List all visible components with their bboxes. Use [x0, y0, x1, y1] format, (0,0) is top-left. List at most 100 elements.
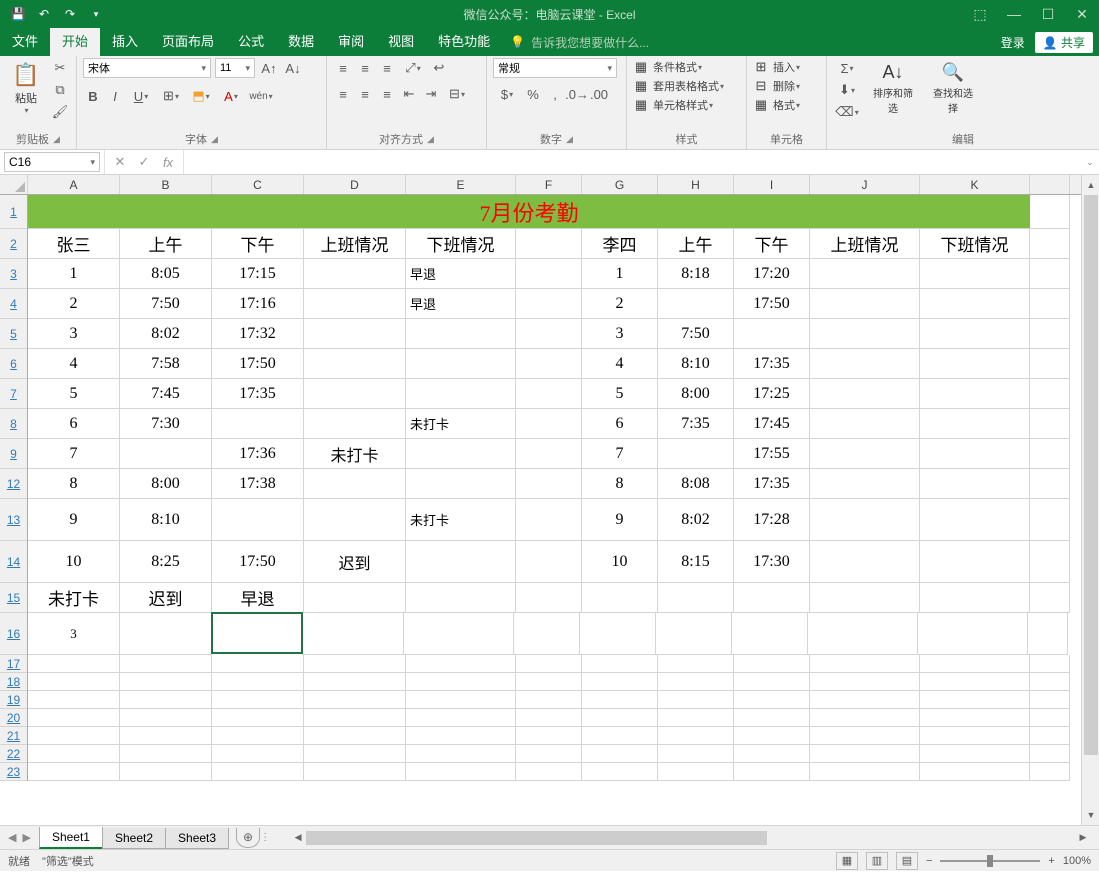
cell[interactable] [734, 655, 810, 673]
sheet-tab-Sheet3[interactable]: Sheet3 [165, 828, 229, 849]
cell[interactable] [212, 745, 304, 763]
row-header-23[interactable]: 23 [0, 763, 27, 781]
cell[interactable] [516, 259, 582, 289]
cell[interactable] [920, 469, 1030, 499]
font-name-combo[interactable]: 宋体▾ [83, 58, 211, 78]
cell[interactable] [920, 691, 1030, 709]
cell[interactable]: 7:50 [120, 289, 212, 319]
cell[interactable] [920, 745, 1030, 763]
align-middle-icon[interactable]: ≡ [355, 58, 375, 78]
cell[interactable] [304, 259, 406, 289]
cell[interactable] [516, 379, 582, 409]
cell[interactable] [406, 691, 516, 709]
cell[interactable] [304, 709, 406, 727]
new-sheet-button[interactable]: ⊕ [236, 828, 260, 848]
cell[interactable] [1030, 691, 1070, 709]
row-header-1[interactable]: 1 [0, 195, 27, 229]
cell[interactable] [304, 691, 406, 709]
cell[interactable] [304, 763, 406, 781]
cell[interactable] [304, 499, 406, 541]
row-header-13[interactable]: 13 [0, 499, 27, 541]
row-header-3[interactable]: 3 [0, 259, 27, 289]
cell[interactable] [1030, 349, 1070, 379]
cell[interactable] [28, 763, 120, 781]
cell[interactable] [1030, 583, 1070, 613]
tab-data[interactable]: 数据 [276, 28, 326, 56]
cell[interactable] [1030, 319, 1070, 349]
cell[interactable] [582, 673, 658, 691]
row-header-9[interactable]: 9 [0, 439, 27, 469]
login-link[interactable]: 登录 [1001, 34, 1025, 51]
cell[interactable] [514, 613, 580, 655]
col-header-F[interactable]: F [516, 175, 582, 194]
cell[interactable] [1030, 229, 1070, 259]
cell[interactable] [658, 289, 734, 319]
cell[interactable] [658, 439, 734, 469]
cell[interactable] [120, 655, 212, 673]
cell[interactable]: 17:36 [212, 439, 304, 469]
cell[interactable] [810, 763, 920, 781]
cell[interactable] [304, 349, 406, 379]
cell[interactable]: 7:35 [658, 409, 734, 439]
tab-review[interactable]: 审阅 [326, 28, 376, 56]
cell[interactable]: 8:25 [120, 541, 212, 583]
row-header-5[interactable]: 5 [0, 319, 27, 349]
cell[interactable] [658, 691, 734, 709]
cell[interactable] [810, 583, 920, 613]
col-header-E[interactable]: E [406, 175, 516, 194]
row-header-21[interactable]: 21 [0, 727, 27, 745]
conditional-format-button[interactable]: ▦条件格式▾ [633, 58, 724, 76]
cell[interactable] [1030, 289, 1070, 319]
cell[interactable]: 8 [28, 469, 120, 499]
cell[interactable] [1030, 409, 1070, 439]
cell[interactable] [406, 655, 516, 673]
col-header-I[interactable]: I [734, 175, 810, 194]
cell[interactable]: 10 [582, 541, 658, 583]
cell[interactable] [516, 727, 582, 745]
cell[interactable] [734, 727, 810, 745]
normal-view-icon[interactable]: ▦ [836, 852, 858, 870]
cell[interactable] [920, 709, 1030, 727]
vscroll-thumb[interactable] [1084, 195, 1098, 755]
delete-cells-button[interactable]: ⊟删除▾ [753, 77, 800, 95]
cell[interactable] [1030, 439, 1070, 469]
cell[interactable]: 4 [582, 349, 658, 379]
col-header-J[interactable]: J [810, 175, 920, 194]
cell[interactable] [516, 499, 582, 541]
cell[interactable] [920, 727, 1030, 745]
col-header-C[interactable]: C [212, 175, 304, 194]
cell[interactable] [1030, 673, 1070, 691]
decrease-indent-icon[interactable]: ⇤ [399, 84, 419, 104]
cell[interactable] [810, 709, 920, 727]
cell[interactable]: 上午 [120, 229, 212, 259]
cell[interactable]: 早退 [406, 259, 516, 289]
cell[interactable]: 7 [28, 439, 120, 469]
sheet-tab-Sheet2[interactable]: Sheet2 [102, 828, 166, 849]
cell[interactable]: 7月份考勤 [28, 195, 1030, 229]
col-header-B[interactable]: B [120, 175, 212, 194]
cell[interactable] [304, 673, 406, 691]
cell[interactable] [734, 745, 810, 763]
cell[interactable]: 3 [28, 319, 120, 349]
accounting-icon[interactable]: $▾ [493, 84, 521, 104]
cell[interactable] [1030, 745, 1070, 763]
cell[interactable] [120, 439, 212, 469]
cell[interactable] [406, 745, 516, 763]
cell[interactable] [810, 673, 920, 691]
cell[interactable] [920, 655, 1030, 673]
cell[interactable] [734, 763, 810, 781]
cell[interactable] [212, 709, 304, 727]
cell[interactable] [810, 439, 920, 469]
cell[interactable]: 7:58 [120, 349, 212, 379]
increase-decimal-icon[interactable]: .0→ [567, 84, 587, 104]
cell[interactable] [28, 745, 120, 763]
cell[interactable]: 8:05 [120, 259, 212, 289]
cell[interactable] [212, 727, 304, 745]
decrease-decimal-icon[interactable]: .00 [589, 84, 609, 104]
cell[interactable] [211, 612, 303, 654]
cell[interactable]: 2 [582, 289, 658, 319]
col-header-K[interactable]: K [920, 175, 1030, 194]
cell[interactable] [810, 655, 920, 673]
fill-icon[interactable]: ⬇▾ [833, 80, 861, 100]
sort-filter-button[interactable]: A↓ 排序和筛选 [865, 58, 921, 119]
